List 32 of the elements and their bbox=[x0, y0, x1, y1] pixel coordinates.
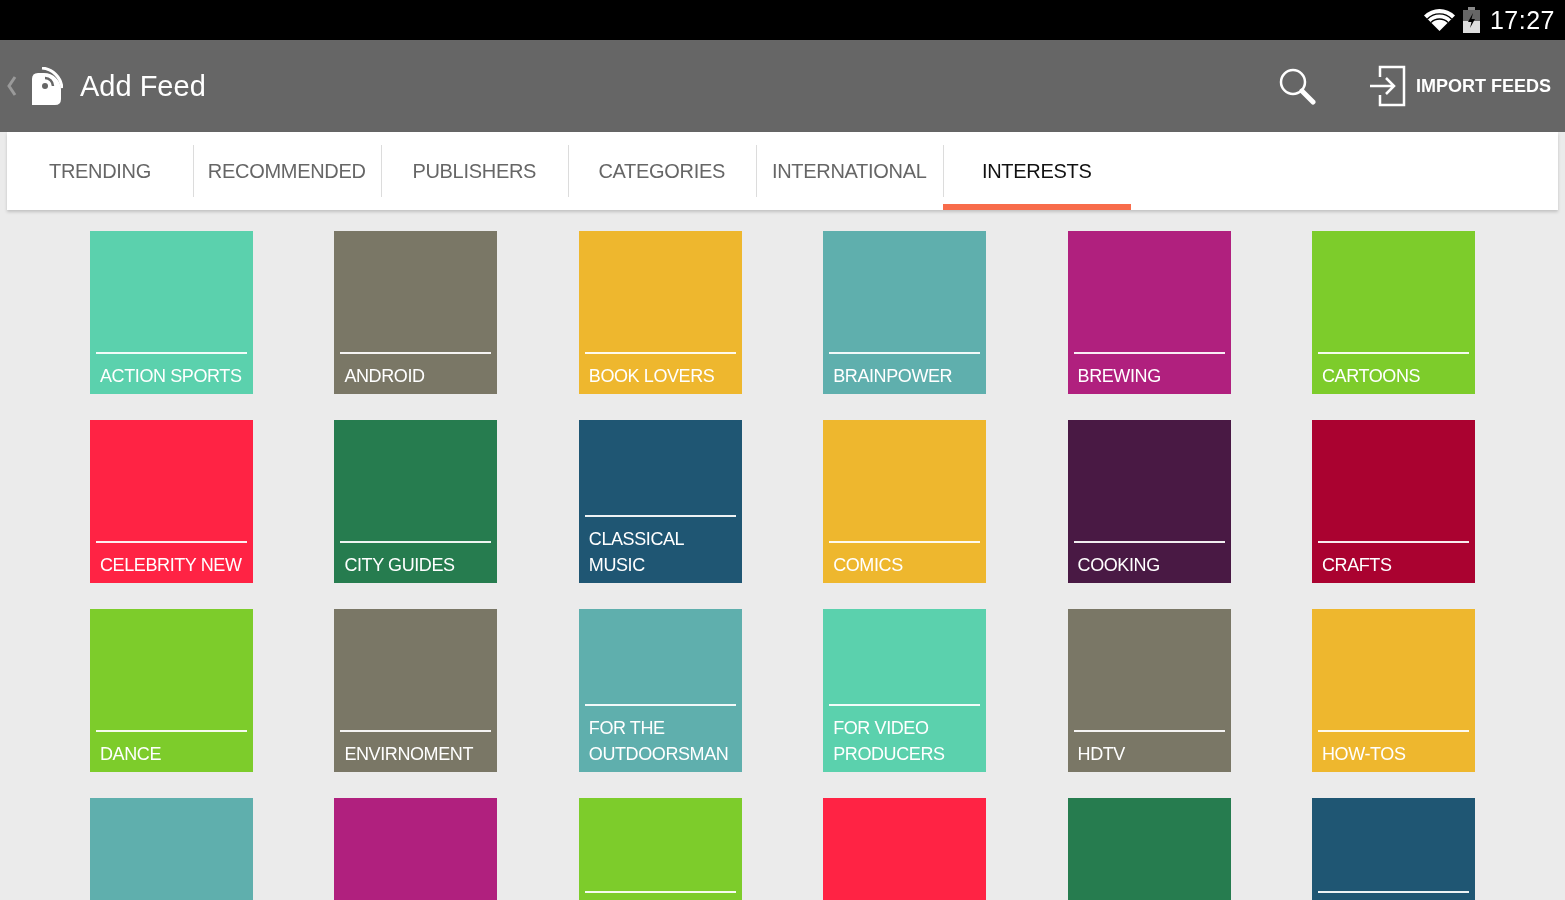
interest-tile[interactable]: BRAINPOWER bbox=[823, 231, 987, 394]
interest-tile[interactable]: ANDROID bbox=[334, 231, 498, 394]
interest-tile[interactable]: CITY GUIDES bbox=[334, 420, 498, 583]
interest-tile[interactable]: COOKING bbox=[1067, 420, 1231, 583]
interest-tile[interactable] bbox=[1311, 798, 1475, 900]
interest-tile[interactable] bbox=[578, 798, 742, 900]
tab[interactable]: RECOMMENDED bbox=[193, 132, 381, 210]
interest-tile[interactable]: ENVIRNOMENT bbox=[334, 609, 498, 772]
tab[interactable]: PUBLISHERS bbox=[380, 132, 568, 210]
enter-arrow-icon bbox=[1370, 65, 1406, 107]
interest-tile[interactable] bbox=[823, 798, 987, 900]
interest-tile[interactable]: CELEBRITY NEW bbox=[90, 420, 253, 583]
logo-icon bbox=[30, 67, 63, 105]
screen-title: Add Feed bbox=[80, 69, 207, 103]
interest-tile[interactable] bbox=[90, 798, 253, 900]
wifi-icon bbox=[1423, 9, 1455, 31]
status-time: 17:27 bbox=[1489, 5, 1555, 35]
search-icon[interactable] bbox=[1278, 67, 1316, 105]
tab[interactable]: TRENDING bbox=[7, 132, 193, 210]
chevron-left-icon[interactable] bbox=[6, 75, 18, 97]
interest-tile[interactable]: BREWING bbox=[1067, 231, 1231, 394]
interest-tile[interactable] bbox=[1067, 798, 1231, 900]
interest-tile[interactable]: FOR THE OUTDOORSMAN bbox=[578, 609, 742, 772]
battery-charging-icon bbox=[1462, 7, 1480, 33]
interest-tile[interactable]: CRAFTS bbox=[1311, 420, 1475, 583]
tab[interactable]: INTERNATIONAL bbox=[755, 132, 943, 210]
tab[interactable]: INTERESTS bbox=[943, 132, 1131, 210]
interest-tile[interactable]: CLASSICAL MUSIC bbox=[578, 420, 742, 583]
tab[interactable]: CATEGORIES bbox=[568, 132, 756, 210]
import-feeds-button[interactable]: IMPORT FEEDS bbox=[1370, 65, 1551, 107]
interest-tile[interactable] bbox=[334, 798, 498, 900]
interest-tile[interactable]: HDTV bbox=[1067, 609, 1231, 772]
